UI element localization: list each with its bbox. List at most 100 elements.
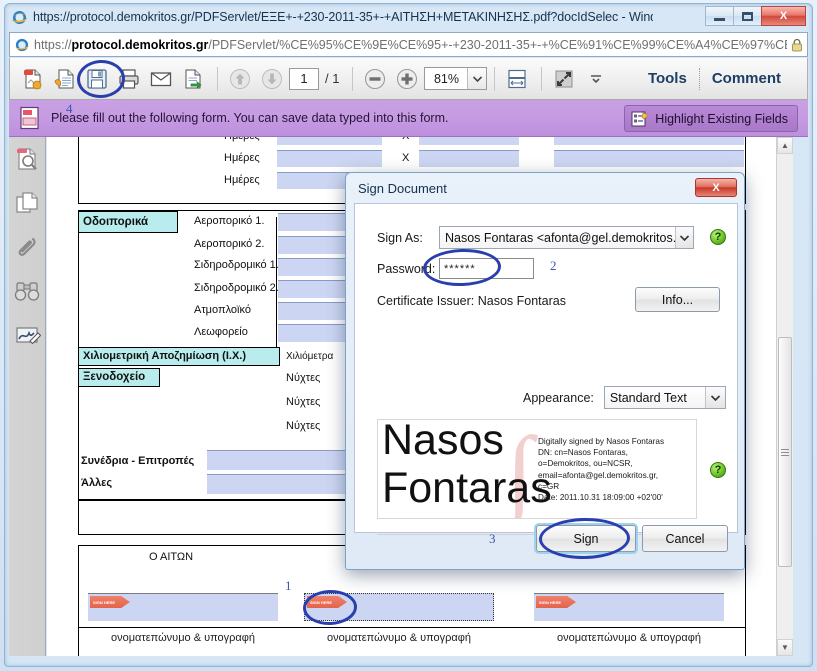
signature-tag-right: SIGN HERE [536,596,576,608]
acrobat-toolbar: 1 / 1 81% Tools Comment [9,58,808,100]
password-row: Password: ****** [377,258,534,279]
signatures-icon[interactable] [13,321,42,349]
form-notification-bar: Please fill out the following form. You … [9,100,808,137]
zoom-control[interactable]: 81% [424,67,488,90]
doc-row-aeroporiko-2: Αεροπορικό 2. [194,238,265,250]
dialog-close-button[interactable]: X [695,178,737,197]
chevron-down-icon[interactable] [674,227,693,248]
doc-row-aeroporiko-1: Αεροπορικό 1. [194,215,265,227]
save-icon[interactable] [82,64,112,94]
zoom-level-value[interactable]: 81% [425,72,467,86]
address-url-text[interactable]: https://protocol.demokritos.gr/PDFServle… [34,38,787,52]
highlight-existing-fields-button[interactable]: Highlight Existing Fields [624,105,798,132]
sign-as-row: Sign As: Nasos Fontaras <afonta@gel.demo… [377,226,722,249]
toolbar-right-group: Tools Comment [636,67,807,90]
page-number-input[interactable]: 1 [289,67,319,90]
address-site-icon [14,37,30,53]
chevron-down-icon[interactable] [704,387,725,408]
help-question-icon-preview[interactable]: ? [710,462,726,478]
doc-label-imeres-3: Ημέρες [224,174,260,186]
scroll-up-arrow-icon[interactable]: ▲ [777,137,793,154]
doc-label-imeres-1: Ημέρες [224,137,260,142]
page-total-label: / 1 [325,71,340,86]
arrow-down-icon[interactable] [257,64,287,94]
doc-field-top-5[interactable] [419,150,519,167]
sign-as-value: Nasos Fontaras <afonta@gel.demokritos.gr… [445,230,675,245]
pages-icon[interactable] [13,189,41,217]
email-icon[interactable] [146,64,176,94]
annotation-marker-3: 3 [489,531,496,546]
doc-row-leoforeio: Λεωφορείο [194,326,248,338]
document-vertical-scrollbar[interactable]: ▲ ▼ [776,137,793,656]
scrollbar-grip-icon [781,448,789,456]
form-notification-message: Please fill out the following form. You … [51,111,449,125]
doc-row-alles: Άλλες [81,477,113,489]
signature-field-left[interactable]: SIGN HERE [88,593,278,621]
sign-button[interactable]: Sign [536,525,636,552]
more-tools-chevron-down-icon[interactable] [581,64,611,94]
cancel-button[interactable]: Cancel [642,525,728,552]
toolbar-divider [217,66,218,91]
address-bar[interactable]: https://protocol.demokritos.gr/PDFServle… [9,32,808,57]
info-button[interactable]: Info... [635,287,720,312]
doc-row-synedria: Συνέδρια - Επιτροπές [81,455,195,467]
share-icon[interactable] [178,64,208,94]
password-label: Password: [377,261,436,276]
create-pdf-icon[interactable] [18,64,48,94]
fit-page-icon[interactable] [549,64,579,94]
signature-name-line2: Fontaras [382,464,552,512]
signature-field-middle[interactable]: SIGN HERE [304,593,494,621]
highlight-existing-fields-label: Highlight Existing Fields [655,111,788,126]
print-icon[interactable] [114,64,144,94]
doc-row-sidirodromiko-1: Σιδηροδρομικό 1. [194,259,279,271]
signature-tag-middle: SIGN HERE [307,596,347,608]
doc-label-nixtes-1: Νύχτες [286,372,321,384]
appearance-label: Appearance: [523,390,594,405]
minimize-button[interactable] [705,6,734,26]
annotation-marker-1: 1 [285,578,292,593]
doc-field-top-2[interactable] [277,150,382,167]
signature-tag-left: SIGN HERE [90,596,130,608]
arrow-up-icon[interactable] [225,64,255,94]
doc-field-top-6[interactable] [554,137,744,145]
minus-circle-icon[interactable] [360,64,390,94]
signature-detail-line-4: email=afonta@gel.demokritos.gr, [538,470,659,480]
password-field[interactable]: ****** [439,258,534,279]
toolbar-divider-3 [494,66,496,91]
doc-signature-caption-2: ονοματεπώνυμο & υπογραφή [326,632,472,644]
sign-as-dropdown[interactable]: Nasos Fontaras <afonta@gel.demokritos.gr… [439,226,694,249]
appearance-dropdown[interactable]: Standard Text [603,386,726,409]
signature-preview-details: Digitally signed by Nasos Fontaras DN: c… [538,436,696,503]
doc-field-top-4[interactable] [419,137,519,145]
open-pdf-icon[interactable] [50,64,80,94]
chevron-down-icon[interactable] [467,68,487,89]
toolbar-divider-2 [352,66,354,91]
doc-field-top-7[interactable] [554,150,744,167]
comment-button[interactable]: Comment [700,70,793,87]
search-binoculars-icon[interactable] [13,277,41,305]
help-question-icon[interactable]: ? [710,229,726,245]
page-thumbnails-icon[interactable] [13,145,41,173]
url-path: /PDFServlet/%CE%95%CE%9E%CE%95+-+230-201… [208,37,787,52]
url-host: protocol.demokritos.gr [71,37,209,52]
viewer-sidebar [9,137,46,656]
scrollbar-thumb[interactable] [778,337,792,567]
plus-circle-icon[interactable] [392,64,422,94]
appearance-row: Appearance: Standard Text [523,386,726,409]
maximize-button[interactable] [733,6,762,26]
attachments-paperclip-icon[interactable] [13,233,41,261]
padlock-icon [791,38,803,52]
sign-document-dialog: Sign Document X Sign As: Nasos Fontaras … [345,172,745,570]
dialog-body: Sign As: Nasos Fontaras <afonta@gel.demo… [354,203,738,535]
toolbar-divider-4 [541,66,543,91]
fit-width-icon[interactable] [502,64,532,94]
scroll-down-arrow-icon[interactable]: ▼ [777,639,793,656]
doc-field-top-1[interactable] [277,137,382,145]
doc-label-nixtes-2: Νύχτες [286,396,321,408]
doc-signature-header-1: Ο ΑΙΤΩΝ [149,551,194,563]
signature-field-right[interactable]: SIGN HERE [534,593,724,621]
close-button[interactable]: X [761,6,806,26]
url-scheme: https:// [34,37,72,52]
tools-button[interactable]: Tools [636,70,699,87]
doc-x-mark-2: X [402,152,410,164]
